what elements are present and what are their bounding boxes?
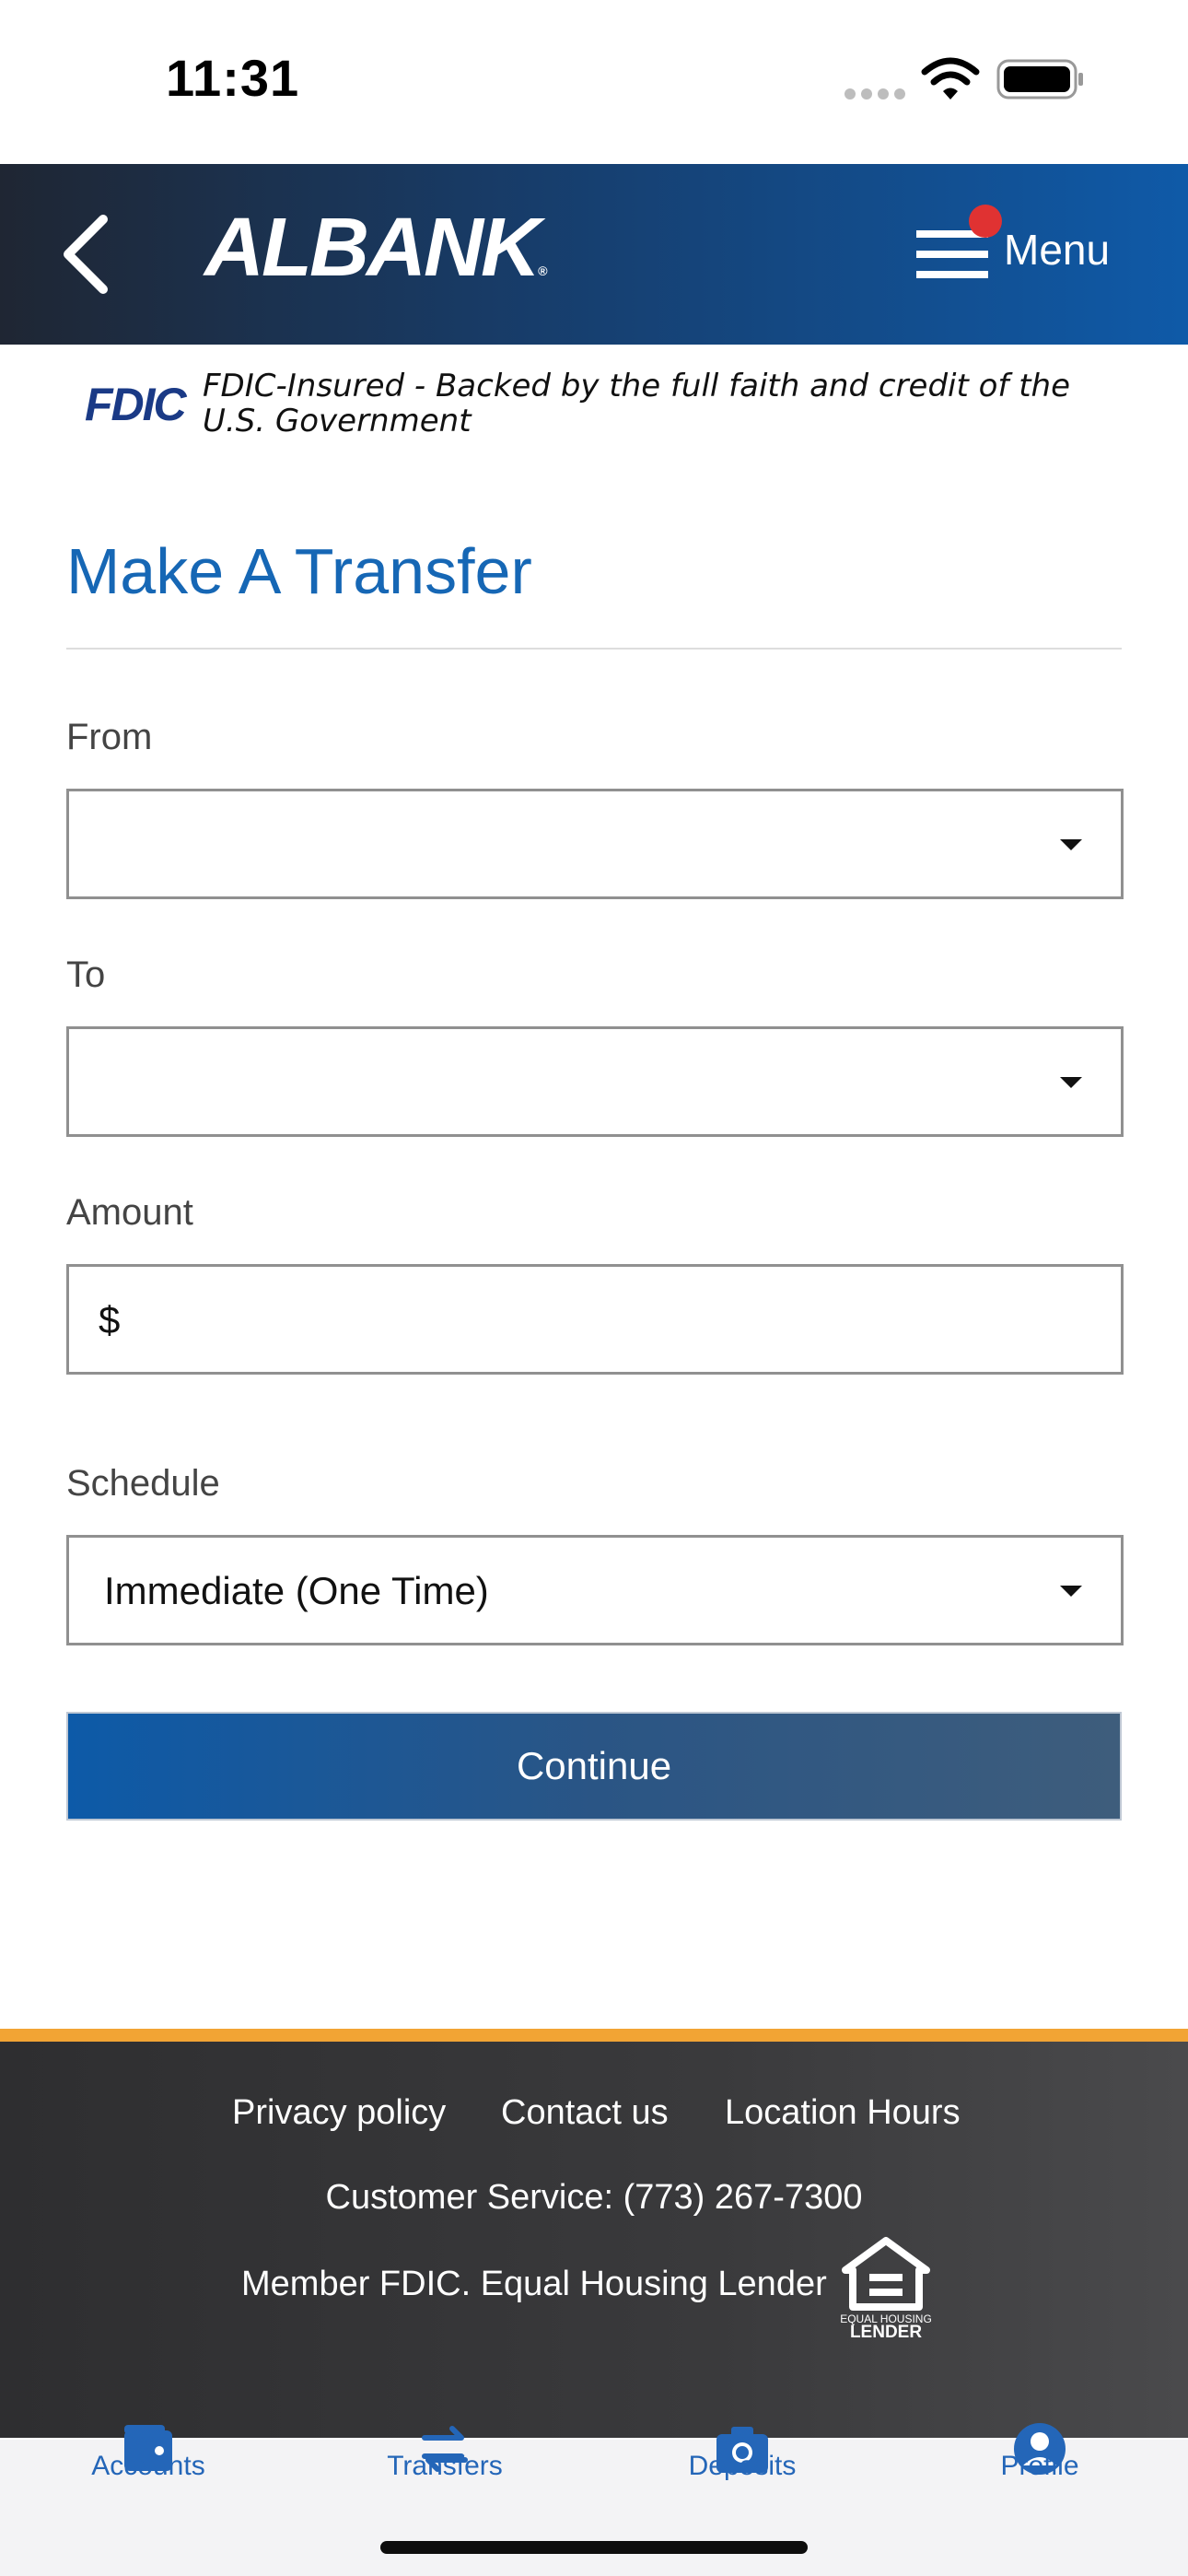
title-divider (66, 648, 1122, 650)
battery-icon (996, 59, 1083, 100)
status-time: 11:31 (166, 49, 300, 107)
chevron-down-icon (1060, 1586, 1082, 1597)
to-label: To (66, 954, 106, 995)
chevron-left-icon[interactable] (57, 214, 112, 295)
page-title: Make A Transfer (66, 535, 532, 607)
tab-profile[interactable]: Profile (891, 2423, 1188, 2541)
fdic-logo: FDIC (85, 379, 187, 430)
chevron-down-icon (1060, 1077, 1082, 1088)
chevron-down-icon (1060, 839, 1082, 850)
menu-button[interactable]: Menu (1004, 225, 1110, 275)
tab-accounts-label: Accounts (91, 2451, 205, 2481)
member-fdic-text: Member FDIC. Equal Housing Lender (241, 2265, 827, 2303)
schedule-value: Immediate (One Time) (104, 1569, 489, 1612)
currency-symbol: $ (99, 1298, 121, 1341)
location-hours-link[interactable]: Location Hours (725, 2093, 961, 2133)
from-account-select[interactable] (66, 789, 1124, 899)
equal-housing-lender-icon: EQUAL HOUSING LENDER (840, 2237, 932, 2340)
schedule-label: Schedule (66, 1463, 220, 1504)
privacy-policy-link[interactable]: Privacy policy (232, 2093, 446, 2133)
notification-dot (969, 205, 1002, 238)
footer-accent-bar (0, 2029, 1188, 2042)
tab-transfers-label: Transfers (387, 2451, 503, 2481)
to-account-select[interactable] (66, 1026, 1124, 1137)
fdic-disclosure: FDIC-Insured - Backed by the full faith … (203, 368, 1071, 439)
albank-logo: ALBANK® (204, 202, 547, 294)
tab-deposits-label: Deposits (688, 2451, 797, 2481)
svg-text:LENDER: LENDER (850, 2323, 922, 2340)
tab-deposits[interactable]: Deposits (594, 2427, 891, 2541)
amount-label: Amount (66, 1192, 193, 1233)
continue-button[interactable]: Continue (66, 1712, 1122, 1821)
continue-label: Continue (516, 1744, 672, 1787)
wifi-icon (921, 57, 980, 100)
from-label: From (66, 717, 153, 757)
home-indicator (380, 2541, 808, 2554)
schedule-select[interactable]: Immediate (One Time) (66, 1535, 1124, 1645)
hamburger-menu-icon[interactable] (916, 228, 988, 280)
tab-profile-label: Profile (1000, 2451, 1079, 2481)
customer-service-phone[interactable]: Customer Service: (773) 267-7300 (0, 2178, 1188, 2218)
tab-accounts[interactable]: Accounts (0, 2425, 297, 2541)
cellular-signal-icon (844, 88, 905, 100)
tab-transfers[interactable]: Transfers (297, 2426, 593, 2541)
contact-us-link[interactable]: Contact us (501, 2093, 669, 2133)
amount-input[interactable]: $ (66, 1264, 1124, 1375)
